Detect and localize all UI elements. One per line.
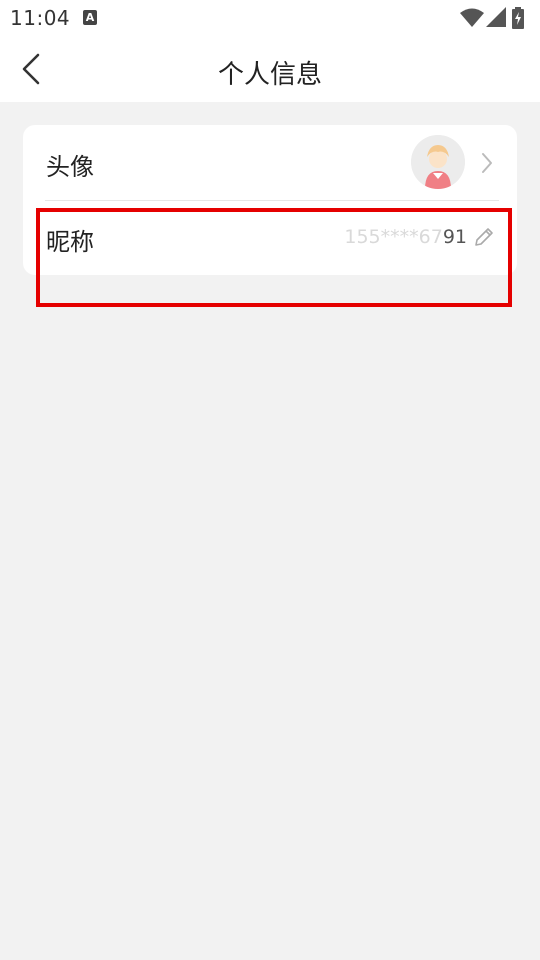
wifi-icon xyxy=(460,8,484,27)
page-title: 个人信息 xyxy=(217,60,322,90)
avatar-label: 头像 xyxy=(46,153,94,181)
notification-a-icon: A xyxy=(83,10,97,25)
highlight-box xyxy=(36,208,512,307)
avatar-illustration xyxy=(411,135,465,189)
header: 个人信息 xyxy=(0,36,540,102)
status-icons xyxy=(460,7,530,29)
signal-icon xyxy=(486,7,506,27)
avatar-row[interactable]: 头像 xyxy=(23,125,517,200)
status-bar: 11:04 A xyxy=(0,0,540,36)
avatar[interactable] xyxy=(411,135,465,189)
battery-charging-icon xyxy=(512,7,524,29)
chevron-right-icon xyxy=(482,153,492,173)
status-time: 11:04 xyxy=(10,6,71,30)
